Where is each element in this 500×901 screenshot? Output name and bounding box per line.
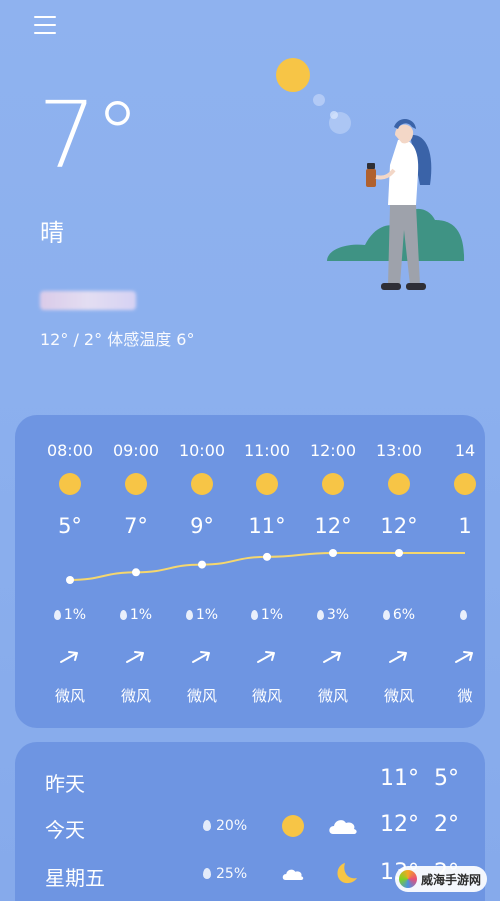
hour-wind-label: 微风 [383,687,414,705]
hourly-forecast-card[interactable]: 08:00 5° 1% 微风 09:00 7° 1% 微风 10:00 9° 1% 微风 11:00 11… [15,415,485,728]
hour-rain-value: 1% [129,607,153,623]
sun-icon [191,473,213,495]
hour-temperature: 12° [380,514,418,538]
hourly-item: 08:00 5° 1% 微风 [37,415,103,728]
wind-direction-icon [455,651,473,663]
blurred-location-bar [40,291,136,310]
hour-rain-value: 3% [326,607,350,623]
raindrop-icon [185,610,193,620]
hourly-item: 13:00 12° 6% 微风 [366,415,432,728]
wind-direction-icon [323,651,341,663]
wind-direction-icon [257,651,275,663]
sun-icon [125,473,147,495]
daily-row[interactable]: 今天 20% 12° 2° [15,812,485,854]
day-name: 今天 [45,818,85,842]
hour-wind-label: 微风 [120,687,151,705]
watermark-text: 威海手游网 [421,872,482,887]
hour-temperature: 1 [458,514,472,538]
cloud-icon [282,869,304,880]
watermark-logo-icon [399,870,417,888]
raindrop-icon [382,610,390,620]
hour-rain-value: 1% [63,607,87,623]
day-name: 星期五 [45,866,105,890]
weather-illustration [276,58,465,290]
wind-direction-icon [192,651,210,663]
current-temperature: 7° [38,82,141,189]
day-rain-value: 20% [216,818,248,834]
raindrop-icon [203,868,211,879]
sun-icon [256,473,278,495]
hour-time: 14 [454,441,476,460]
daily-row[interactable]: 昨天 11° 5° [15,766,485,808]
day-low-temp: 5° [434,766,459,791]
moon-icon [337,863,357,884]
raindrop-icon [250,610,258,620]
menu-icon[interactable] [34,16,56,36]
sun-icon [59,473,81,495]
hourly-item: 09:00 7° 1% 微风 [103,415,169,728]
hour-wind-label: 微风 [251,687,282,705]
raindrop-icon [119,610,127,620]
hour-rain-value: 6% [392,607,416,623]
raindrop-icon [460,610,467,620]
hour-rain-value: 1% [260,607,284,623]
sun-icon [282,815,304,837]
weather-condition: 晴 [40,219,64,247]
hour-rain-chance: 1% [234,607,300,623]
hour-wind-label: 微 [457,687,473,705]
wind-direction-icon [60,651,78,663]
sun-icon [322,473,344,495]
hourly-item: 10:00 9° 1% 微风 [169,415,235,728]
hourly-item: 11:00 11° 1% 微风 [234,415,300,728]
hour-rain-chance [432,607,485,623]
hour-time: 09:00 [112,441,160,460]
day-rain-chance: 25% [203,866,247,882]
cloud-icon [329,820,357,834]
day-name: 昨天 [45,772,85,796]
hour-temperature: 5° [58,514,82,538]
day-high-temp: 11° [380,766,419,791]
hour-rain-value: 1% [195,607,219,623]
day-rain-chance: 20% [203,818,247,834]
hour-time: 12:00 [309,441,357,460]
day-low-temp: 2° [434,812,459,837]
sun-icon [454,473,476,495]
hour-temperature: 12° [314,514,352,538]
wind-direction-icon [389,651,407,663]
day-rain-value: 25% [216,866,248,882]
hour-rain-chance: 1% [169,607,235,623]
hourly-item: 12:00 12° 3% 微风 [300,415,366,728]
hour-rain-chance: 3% [300,607,366,623]
raindrop-icon [53,610,61,620]
day-high-temp: 12° [380,812,419,837]
hour-rain-chance: 6% [366,607,432,623]
hour-temperature: 7° [124,514,148,538]
raindrop-icon [316,610,324,620]
watermark-badge: 威海手游网 [395,866,488,892]
wind-direction-icon [126,651,144,663]
hour-time: 11:00 [243,441,291,460]
hour-temperature: 9° [190,514,214,538]
raindrop-icon [203,820,211,831]
hour-time: 08:00 [46,441,94,460]
hour-wind-label: 微风 [54,687,85,705]
hour-time: 13:00 [375,441,423,460]
hour-rain-chance: 1% [37,607,103,623]
illustration-sun-icon [276,58,310,92]
hour-rain-chance: 1% [103,607,169,623]
temperature-range-feels-like: 12° / 2° 体感温度 6° [40,330,195,349]
hourly-item: 14 1 微 [432,415,485,728]
hour-time: 10:00 [178,441,226,460]
hour-wind-label: 微风 [186,687,217,705]
hour-temperature: 11° [248,514,286,538]
sun-icon [388,473,410,495]
hour-wind-label: 微风 [317,687,348,705]
